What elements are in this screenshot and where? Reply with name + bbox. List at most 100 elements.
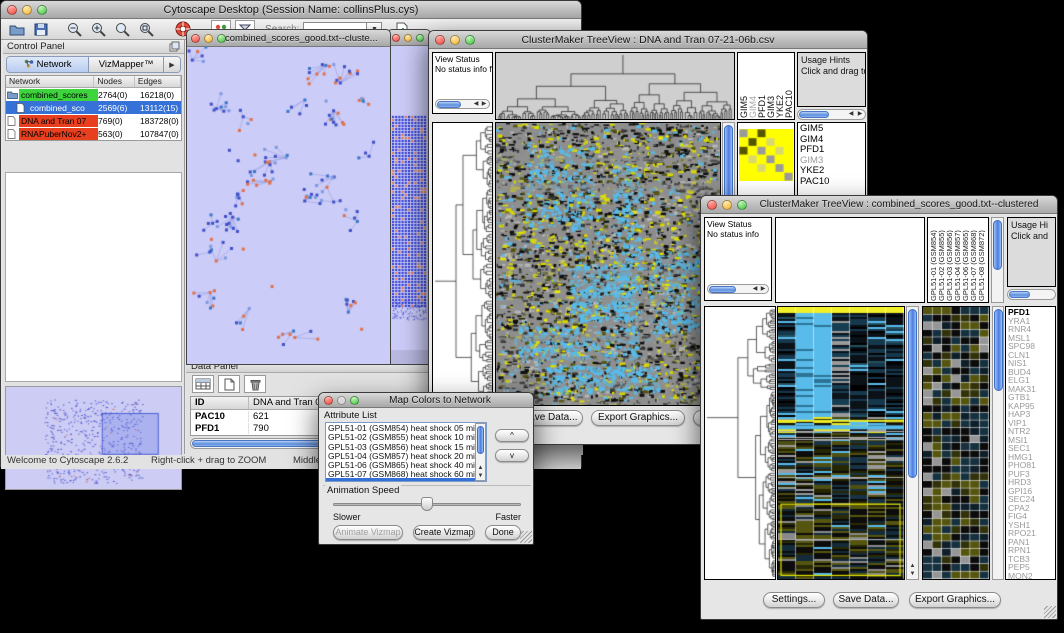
network-row[interactable]: combined_scores2764(0)16218(0) — [6, 88, 181, 101]
tab-network[interactable]: Network — [7, 57, 89, 72]
column-label[interactable]: GPL51-03 (GSM856) — [945, 230, 953, 301]
save-data-button[interactable]: Save Data... — [833, 592, 899, 608]
zoom-selected-icon[interactable] — [137, 20, 157, 38]
usage-hints-hscrollbar[interactable] — [1007, 289, 1056, 300]
close-button[interactable] — [707, 200, 717, 210]
gene-label[interactable]: MON2 — [1008, 572, 1053, 581]
new-attribute-icon[interactable] — [218, 375, 240, 393]
treeview2-heatmap-vscrollbar[interactable]: ▲▼ — [906, 306, 919, 580]
zoom-button[interactable] — [465, 35, 475, 45]
network-col-edges[interactable]: Edges — [135, 76, 181, 87]
zoom-fit-icon[interactable] — [113, 20, 133, 38]
move-up-button[interactable]: ^ — [495, 429, 529, 442]
close-button[interactable] — [191, 34, 200, 43]
attribute-list-vscrollbar[interactable]: ▲▼ — [475, 423, 486, 481]
treeview2-labels-vscrollbar[interactable] — [991, 217, 1004, 303]
network-view-canvas[interactable] — [187, 47, 390, 364]
gene-label[interactable]: PAC10 — [800, 177, 863, 188]
dialog-titlebar[interactable]: Map Colors to Network — [319, 393, 533, 408]
export-graphics-button[interactable]: Export Graphics... — [591, 410, 685, 426]
view-status-hscrollbar[interactable]: ◀▶ — [435, 99, 490, 109]
export-graphics-button[interactable]: Export Graphics... — [909, 592, 1001, 608]
create-vizmap-button[interactable]: Create Vizmap — [413, 525, 475, 540]
close-button[interactable] — [435, 35, 445, 45]
settings-button[interactable]: Settings... — [763, 592, 825, 608]
zoom-button[interactable] — [416, 34, 424, 42]
column-label[interactable]: YKE2 — [775, 95, 784, 118]
treeview2-titlebar[interactable]: ClusterMaker TreeView : combined_scores_… — [701, 196, 1057, 214]
minimize-button[interactable] — [204, 34, 213, 43]
save-icon[interactable] — [31, 20, 51, 38]
float-panel-icon[interactable] — [169, 41, 180, 57]
minimize-button[interactable] — [404, 34, 412, 42]
network-view-titlebar[interactable]: combined_scores_good.txt--cluste... — [187, 30, 390, 47]
background-window-titlebar[interactable] — [388, 30, 430, 46]
network-tree-empty-area[interactable] — [5, 172, 182, 382]
tab-overflow-button[interactable]: ▶ — [164, 57, 180, 72]
zoom-out-icon[interactable] — [65, 20, 85, 38]
network-row[interactable]: DNA and Tran 07769(0)183728(0) — [6, 114, 181, 127]
zoom-button[interactable] — [37, 5, 47, 15]
select-attributes-icon[interactable] — [192, 375, 214, 393]
column-label[interactable]: GPL51-01 (GSM854) — [929, 230, 937, 301]
network-name: combined_scores — [19, 89, 98, 101]
done-button[interactable]: Done — [485, 525, 521, 540]
treeview1-heatmap[interactable] — [495, 122, 721, 406]
open-file-icon[interactable] — [7, 20, 27, 38]
treeview2-detail-heatmap[interactable] — [922, 306, 990, 580]
network-row[interactable]: combined_sco2569(6)13112(15) — [6, 101, 181, 114]
attribute-selected-row[interactable] — [326, 478, 486, 481]
network-row[interactable]: RNAPuberNov2+563(0)107847(0) — [6, 127, 181, 140]
treeview1-column-dendrogram[interactable] — [495, 52, 735, 120]
background-network-window[interactable] — [387, 29, 431, 365]
column-label[interactable]: PAC10 — [784, 90, 793, 118]
zoom-in-icon[interactable] — [89, 20, 109, 38]
treeview2-heatmap[interactable] — [777, 306, 905, 580]
column-label[interactable]: GPL51-04 (GSM857) — [953, 230, 961, 301]
column-label[interactable]: GIM4 — [748, 96, 757, 118]
network-col-nodes[interactable]: Nodes — [94, 76, 134, 87]
view-status-hscrollbar[interactable]: ◀▶ — [707, 284, 769, 294]
gene-label[interactable]: PFD1 — [800, 145, 863, 156]
close-button[interactable] — [324, 396, 333, 405]
tab-vizmapper[interactable]: VizMapper™ — [89, 57, 164, 72]
column-label[interactable]: GIM5 — [739, 96, 748, 118]
network-col-network[interactable]: Network — [6, 76, 94, 87]
column-label[interactable]: GPL51-07 (GSM868) — [969, 230, 977, 301]
gene-label[interactable]: YKE2 — [800, 166, 863, 177]
minimize-button[interactable] — [337, 396, 346, 405]
minimize-button[interactable] — [450, 35, 460, 45]
column-id[interactable]: ID — [191, 397, 249, 409]
network-overview-panel[interactable] — [5, 386, 182, 490]
zoom-button[interactable] — [737, 200, 747, 210]
main-titlebar[interactable]: Cytoscape Desktop (Session Name: collins… — [1, 1, 581, 19]
gene-label[interactable]: GIM5 — [800, 124, 863, 135]
network-edges: 183728(0) — [140, 116, 181, 126]
close-button[interactable] — [7, 5, 17, 15]
network-overview-canvas[interactable] — [6, 387, 181, 489]
treeview2-gene-vscrollbar[interactable] — [992, 306, 1004, 580]
treeview1-row-dendrogram[interactable] — [432, 122, 493, 406]
resize-handle[interactable] — [520, 531, 532, 543]
resize-handle[interactable] — [1044, 606, 1056, 618]
minimize-button[interactable] — [722, 200, 732, 210]
move-down-button[interactable]: v — [495, 449, 529, 462]
treeview2-column-dendrogram[interactable] — [775, 217, 925, 303]
speed-slider-thumb[interactable] — [421, 497, 433, 511]
treeview2-gene-list[interactable]: PFD1YRA1RNR4MSL1SPC98CLN1NIS1BUD4ELG1MAK… — [1005, 306, 1056, 580]
animate-vizmap-button[interactable]: Animate Vizmap — [333, 525, 403, 540]
column-label[interactable]: PFD1 — [757, 95, 766, 118]
column-label[interactable]: GPL51-08 (GSM872) — [977, 230, 985, 301]
minimize-button[interactable] — [22, 5, 32, 15]
treeview1-gene-hscrollbar[interactable]: ◀▶ — [797, 109, 866, 120]
column-label[interactable]: GPL51-06 (GSM865) — [961, 230, 969, 301]
close-button[interactable] — [392, 34, 400, 42]
treeview2-row-dendrogram[interactable] — [704, 306, 776, 580]
dense-network-canvas[interactable] — [388, 46, 430, 364]
treeview1-view-status: View Status No status info f ◀▶ — [432, 52, 493, 114]
attribute-listbox[interactable]: GPL51-01 (GSM854) heat shock 05 minGPL51… — [325, 422, 487, 482]
column-label[interactable]: GIM3 — [766, 96, 775, 118]
treeview1-titlebar[interactable]: ClusterMaker TreeView : DNA and Tran 07-… — [429, 31, 867, 49]
delete-attribute-icon[interactable] — [244, 375, 266, 393]
column-label[interactable]: GPL51-02 (GSM855) — [937, 230, 945, 301]
